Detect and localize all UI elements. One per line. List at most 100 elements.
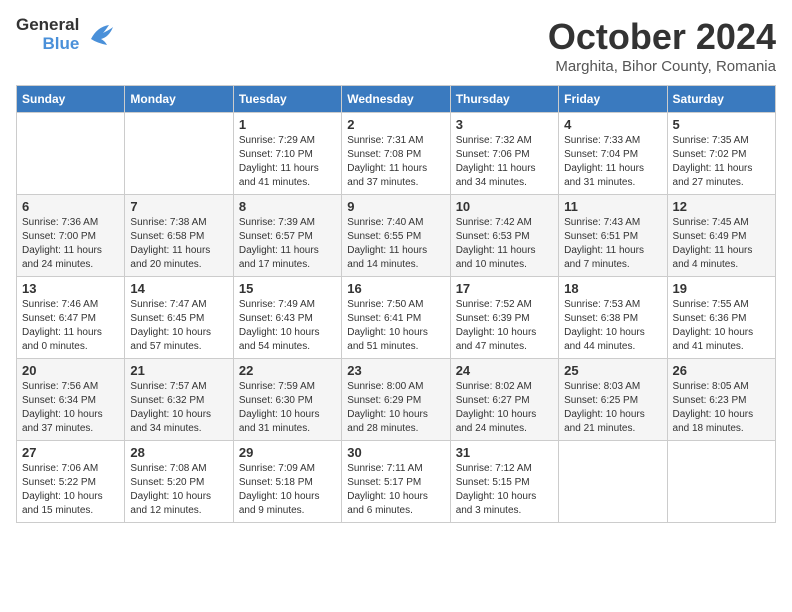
- day-cell: 16 Sunrise: 7:50 AM Sunset: 6:41 PM Dayli…: [342, 277, 450, 359]
- day-cell: 7 Sunrise: 7:38 AM Sunset: 6:58 PM Daylig…: [125, 195, 233, 277]
- day-cell: 14Sunrise: 7:47 AM Sunset: 6:45 PM Dayli…: [125, 277, 233, 359]
- page-header: General Blue October 2024 Marghita, Biho…: [16, 16, 776, 75]
- logo-general: General: [16, 16, 79, 35]
- day-cell: 26Sunrise: 8:05 AM Sunset: 6:23 PM Dayli…: [667, 359, 775, 441]
- day-cell: 29Sunrise: 7:09 AM Sunset: 5:18 PM Dayli…: [233, 441, 341, 523]
- day-info: Sunrise: 8:00 AM Sunset: 6:29 PM Dayligh…: [347, 380, 444, 436]
- day-info: Sunrise: 8:02 AM Sunset: 6:27 PM Dayligh…: [456, 380, 553, 436]
- day-info: Sunrise: 7:29 AM Sunset: 7:10 PM Dayligh…: [239, 134, 336, 190]
- day-cell: 11Sunrise: 7:43 AM Sunset: 6:51 PM Dayli…: [559, 195, 667, 277]
- day-info: Sunrise: 7:31 AM Sunset: 7:08 PM Dayligh…: [347, 134, 444, 190]
- day-info: Sunrise: 7:40 AM Sunset: 6:55 PM Dayligh…: [347, 216, 444, 272]
- day-info: Sunrise: 7:56 AM Sunset: 6:34 PM Dayligh…: [22, 380, 119, 436]
- day-info: Sunrise: 8:05 AM Sunset: 6:23 PM Dayligh…: [673, 380, 770, 436]
- logo-bird-icon: [83, 21, 115, 49]
- day-number: 28: [130, 445, 227, 460]
- day-info: Sunrise: 7:12 AM Sunset: 5:15 PM Dayligh…: [456, 462, 553, 518]
- day-number: 4: [564, 117, 661, 132]
- day-info: Sunrise: 7:06 AM Sunset: 5:22 PM Dayligh…: [22, 462, 119, 518]
- week-row-3: 13Sunrise: 7:46 AM Sunset: 6:47 PM Dayli…: [17, 277, 776, 359]
- day-number: 1: [239, 117, 336, 132]
- day-number: 12: [673, 199, 770, 214]
- day-cell: 28 Sunrise: 7:08 AM Sunset: 5:20 PM Dayli…: [125, 441, 233, 523]
- day-info: Sunrise: 7:55 AM Sunset: 6:36 PM Dayligh…: [673, 298, 770, 354]
- day-number: 6: [22, 199, 119, 214]
- day-number: 18: [564, 281, 661, 296]
- day-number: 17: [456, 281, 553, 296]
- day-cell: [667, 441, 775, 523]
- day-number: 27: [22, 445, 119, 460]
- day-cell: 23Sunrise: 8:00 AM Sunset: 6:29 PM Dayli…: [342, 359, 450, 441]
- day-cell: 22 Sunrise: 7:59 AM Sunset: 6:30 PM Dayli…: [233, 359, 341, 441]
- day-cell: 21 Sunrise: 7:57 AM Sunset: 6:32 PM Dayli…: [125, 359, 233, 441]
- day-cell: [125, 113, 233, 195]
- day-info: Sunrise: 7:32 AM Sunset: 7:06 PM Dayligh…: [456, 134, 553, 190]
- calendar-table: SundayMondayTuesdayWednesdayThursdayFrid…: [16, 85, 776, 523]
- day-cell: 20 Sunrise: 7:56 AM Sunset: 6:34 PM Dayli…: [17, 359, 125, 441]
- day-number: 31: [456, 445, 553, 460]
- weekday-header-tuesday: Tuesday: [233, 86, 341, 113]
- day-info: Sunrise: 7:57 AM Sunset: 6:32 PM Dayligh…: [130, 380, 227, 436]
- day-cell: 3Sunrise: 7:32 AM Sunset: 7:06 PM Daylig…: [450, 113, 558, 195]
- day-cell: 8 Sunrise: 7:39 AM Sunset: 6:57 PM Daylig…: [233, 195, 341, 277]
- logo: General Blue: [16, 16, 115, 53]
- week-row-2: 6 Sunrise: 7:36 AM Sunset: 7:00 PM Daylig…: [17, 195, 776, 277]
- day-cell: 24 Sunrise: 8:02 AM Sunset: 6:27 PM Dayli…: [450, 359, 558, 441]
- day-cell: 13Sunrise: 7:46 AM Sunset: 6:47 PM Dayli…: [17, 277, 125, 359]
- day-number: 24: [456, 363, 553, 378]
- logo-blue: Blue: [42, 35, 79, 54]
- weekday-header-saturday: Saturday: [667, 86, 775, 113]
- day-info: Sunrise: 7:53 AM Sunset: 6:38 PM Dayligh…: [564, 298, 661, 354]
- weekday-header-thursday: Thursday: [450, 86, 558, 113]
- day-number: 15: [239, 281, 336, 296]
- weekday-header-wednesday: Wednesday: [342, 86, 450, 113]
- weekday-header-friday: Friday: [559, 86, 667, 113]
- day-cell: 30Sunrise: 7:11 AM Sunset: 5:17 PM Dayli…: [342, 441, 450, 523]
- day-info: Sunrise: 7:45 AM Sunset: 6:49 PM Dayligh…: [673, 216, 770, 272]
- day-number: 22: [239, 363, 336, 378]
- day-number: 11: [564, 199, 661, 214]
- day-info: Sunrise: 7:09 AM Sunset: 5:18 PM Dayligh…: [239, 462, 336, 518]
- week-row-4: 20 Sunrise: 7:56 AM Sunset: 6:34 PM Dayli…: [17, 359, 776, 441]
- week-row-5: 27 Sunrise: 7:06 AM Sunset: 5:22 PM Dayli…: [17, 441, 776, 523]
- month-title: October 2024: [548, 16, 776, 58]
- day-info: Sunrise: 7:08 AM Sunset: 5:20 PM Dayligh…: [130, 462, 227, 518]
- weekday-header-sunday: Sunday: [17, 86, 125, 113]
- location-title: Marghita, Bihor County, Romania: [548, 58, 776, 75]
- day-cell: 25Sunrise: 8:03 AM Sunset: 6:25 PM Dayli…: [559, 359, 667, 441]
- day-cell: 18 Sunrise: 7:53 AM Sunset: 6:38 PM Dayli…: [559, 277, 667, 359]
- day-info: Sunrise: 7:35 AM Sunset: 7:02 PM Dayligh…: [673, 134, 770, 190]
- day-info: Sunrise: 7:49 AM Sunset: 6:43 PM Dayligh…: [239, 298, 336, 354]
- day-info: Sunrise: 7:38 AM Sunset: 6:58 PM Dayligh…: [130, 216, 227, 272]
- day-info: Sunrise: 7:42 AM Sunset: 6:53 PM Dayligh…: [456, 216, 553, 272]
- day-number: 30: [347, 445, 444, 460]
- day-number: 14: [130, 281, 227, 296]
- day-cell: 4Sunrise: 7:33 AM Sunset: 7:04 PM Daylig…: [559, 113, 667, 195]
- day-cell: 2Sunrise: 7:31 AM Sunset: 7:08 PM Daylig…: [342, 113, 450, 195]
- day-info: Sunrise: 7:39 AM Sunset: 6:57 PM Dayligh…: [239, 216, 336, 272]
- day-number: 5: [673, 117, 770, 132]
- weekday-header-row: SundayMondayTuesdayWednesdayThursdayFrid…: [17, 86, 776, 113]
- day-number: 16: [347, 281, 444, 296]
- day-number: 10: [456, 199, 553, 214]
- day-number: 19: [673, 281, 770, 296]
- day-cell: 31 Sunrise: 7:12 AM Sunset: 5:15 PM Dayli…: [450, 441, 558, 523]
- week-row-1: 1 Sunrise: 7:29 AM Sunset: 7:10 PM Daylig…: [17, 113, 776, 195]
- day-number: 21: [130, 363, 227, 378]
- day-info: Sunrise: 7:59 AM Sunset: 6:30 PM Dayligh…: [239, 380, 336, 436]
- day-cell: [559, 441, 667, 523]
- day-info: Sunrise: 7:50 AM Sunset: 6:41 PM Dayligh…: [347, 298, 444, 354]
- day-number: 20: [22, 363, 119, 378]
- day-cell: 27 Sunrise: 7:06 AM Sunset: 5:22 PM Dayli…: [17, 441, 125, 523]
- day-cell: 19 Sunrise: 7:55 AM Sunset: 6:36 PM Dayli…: [667, 277, 775, 359]
- day-cell: 5 Sunrise: 7:35 AM Sunset: 7:02 PM Daylig…: [667, 113, 775, 195]
- weekday-header-monday: Monday: [125, 86, 233, 113]
- day-cell: 10 Sunrise: 7:42 AM Sunset: 6:53 PM Dayli…: [450, 195, 558, 277]
- day-number: 8: [239, 199, 336, 214]
- day-info: Sunrise: 7:46 AM Sunset: 6:47 PM Dayligh…: [22, 298, 119, 354]
- day-cell: 17Sunrise: 7:52 AM Sunset: 6:39 PM Dayli…: [450, 277, 558, 359]
- title-area: October 2024 Marghita, Bihor County, Rom…: [548, 16, 776, 75]
- day-cell: 12 Sunrise: 7:45 AM Sunset: 6:49 PM Dayli…: [667, 195, 775, 277]
- day-number: 7: [130, 199, 227, 214]
- day-info: Sunrise: 7:36 AM Sunset: 7:00 PM Dayligh…: [22, 216, 119, 272]
